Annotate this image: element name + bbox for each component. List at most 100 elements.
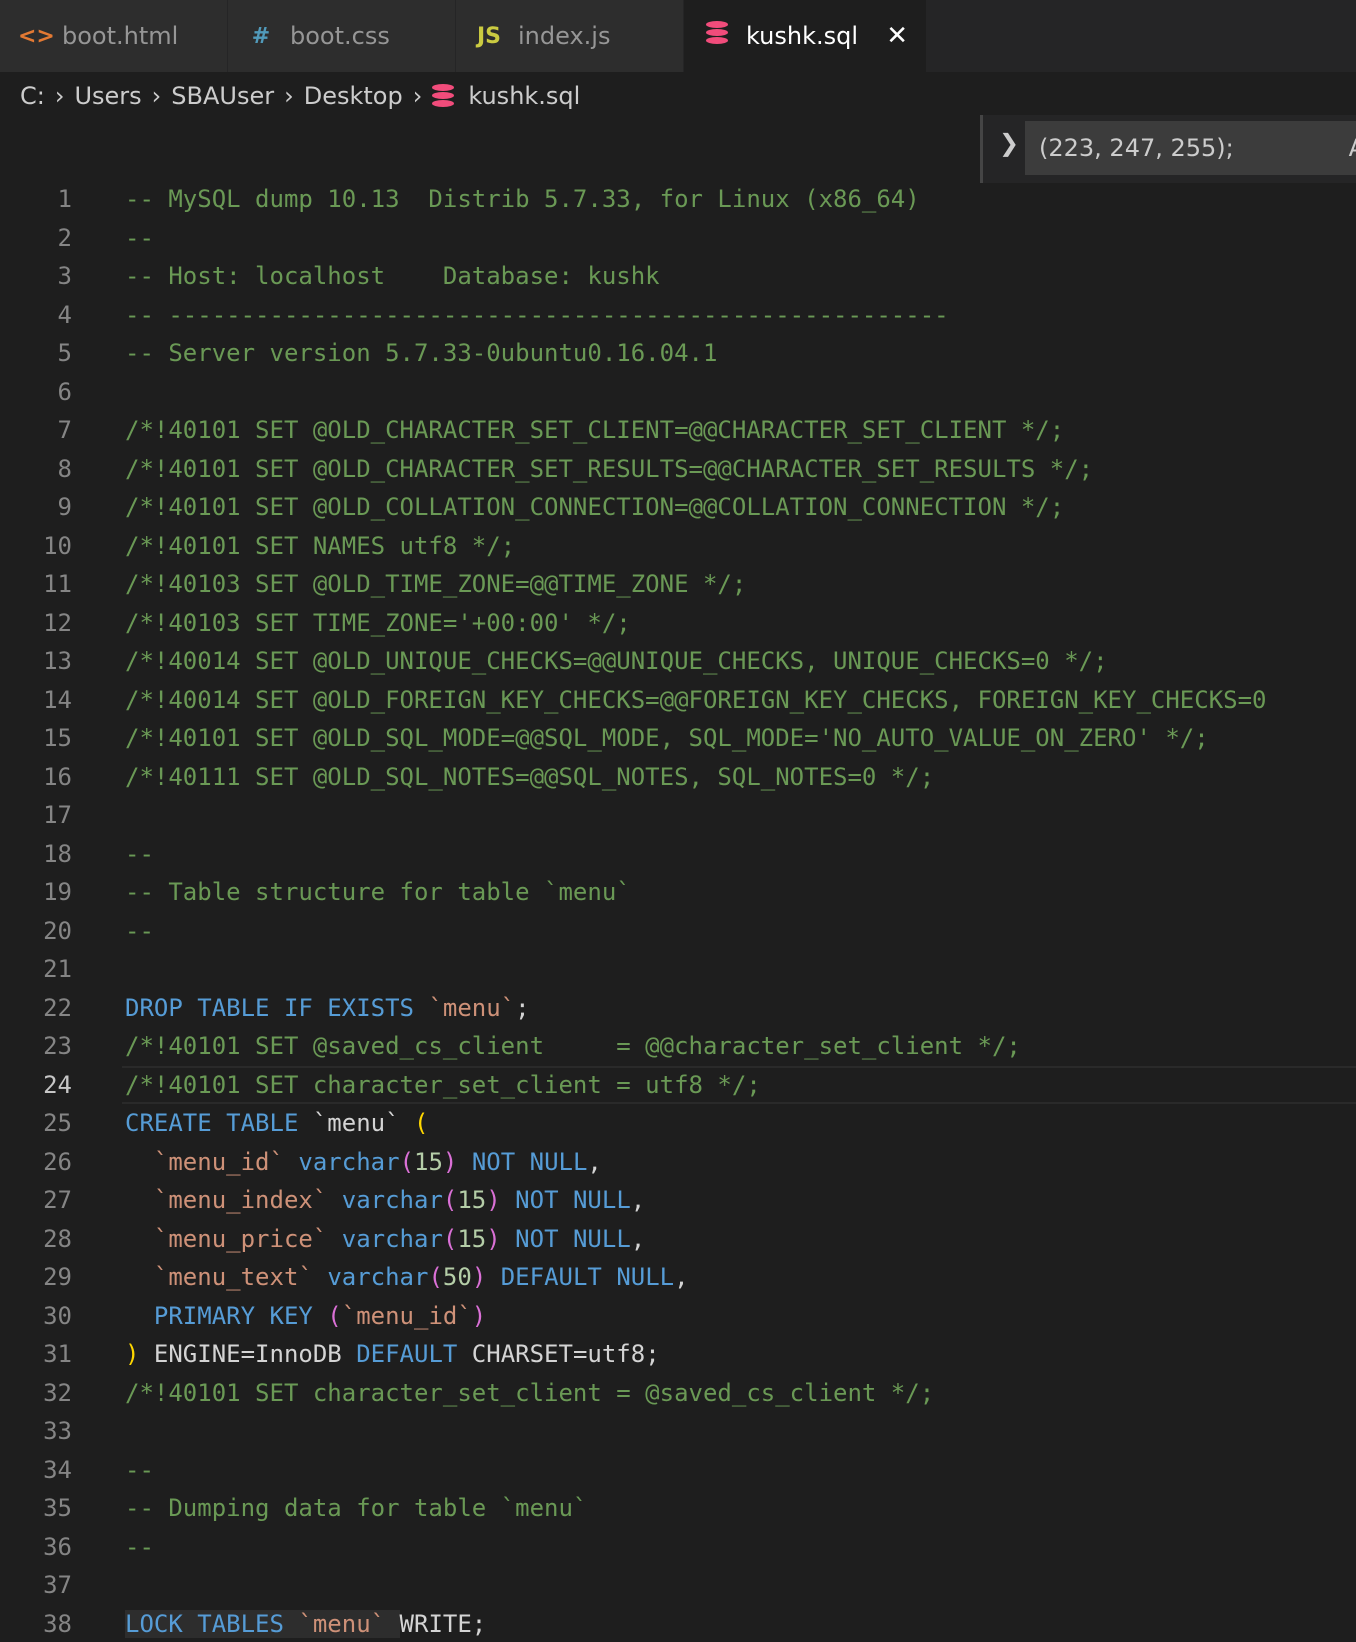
code-line[interactable]: 32 /*!40101 SET character_set_client = @s… [0, 1374, 1356, 1413]
code-text: PRIMARY KEY (`menu_id`) [125, 1297, 486, 1336]
line-number: 24 [43, 1070, 72, 1099]
line-number: 22 [43, 993, 72, 1022]
line-number: 17 [43, 801, 72, 829]
code-token: DEFAULT [356, 1340, 458, 1368]
code-line[interactable]: 25 CREATE TABLE `menu` ( [0, 1104, 1356, 1143]
code-line[interactable]: 27 `menu_index` varchar(15) NOT NULL, [0, 1181, 1356, 1220]
code-text: /*!40101 SET @saved_cs_client = @@charac… [125, 1027, 1021, 1066]
code-token: /*!40111 SET @OLD_SQL_NOTES=@@SQL_NOTES,… [125, 762, 935, 791]
code-text: -- [125, 1528, 154, 1567]
line-number: 37 [43, 1571, 72, 1599]
breadcrumb-item[interactable]: C: [20, 82, 45, 110]
code-text: LOCK TABLES `menu` WRITE; [125, 1605, 486, 1642]
code-line[interactable]: 17 [0, 796, 1356, 835]
code-token: ) [125, 1340, 140, 1368]
code-line[interactable]: 19 -- Table structure for table `menu` [0, 873, 1356, 912]
database-icon-shape [706, 21, 728, 45]
code-line[interactable]: 4 -- ------------------------------------… [0, 296, 1356, 335]
find-option-label[interactable]: A [1349, 121, 1356, 175]
code-text: /*!40101 SET @OLD_CHARACTER_SET_CLIENT=@… [125, 411, 1064, 450]
code-line[interactable]: 6 [0, 373, 1356, 412]
line-number: 11 [43, 570, 72, 598]
code-line[interactable]: 34 -- [0, 1451, 1356, 1490]
line-number: 18 [43, 839, 72, 868]
code-text: /*!40111 SET @OLD_SQL_NOTES=@@SQL_NOTES,… [125, 758, 934, 797]
code-line[interactable]: 35 -- Dumping data for table `menu` [0, 1489, 1356, 1528]
code-text: /*!40103 SET TIME_ZONE='+00:00' */; [125, 604, 631, 643]
tab-boot-html[interactable]: <> boot.html [0, 0, 228, 72]
code-line[interactable]: 33 [0, 1412, 1356, 1451]
code-token: DROP TABLE IF EXISTS [125, 993, 429, 1022]
code-line[interactable]: 18 -- [0, 835, 1356, 874]
line-number: 23 [43, 1032, 72, 1060]
code-token: NOT NULL [515, 1186, 631, 1214]
code-line[interactable]: 36 -- [0, 1528, 1356, 1567]
code-token: /*!40101 SET character_set_client = utf8… [125, 1070, 761, 1099]
code-line[interactable]: 20 -- [0, 912, 1356, 951]
code-line[interactable]: 23 /*!40101 SET @saved_cs_client = @@char… [0, 1027, 1356, 1066]
code-line[interactable]: 37 [0, 1566, 1356, 1605]
code-line[interactable]: 3 -- Host: localhost Database: kushk [0, 257, 1356, 296]
code-line[interactable]: 5 -- Server version 5.7.33-0ubuntu0.16.04… [0, 334, 1356, 373]
code-text: /*!40101 SET character_set_client = @sav… [125, 1374, 934, 1413]
code-line[interactable]: 28 `menu_price` varchar(15) NOT NULL, [0, 1220, 1356, 1259]
code-line[interactable]: 1 -- MySQL dump 10.13 Distrib 5.7.33, for… [0, 180, 1356, 219]
tab-label: index.js [518, 22, 611, 50]
code-token: NOT NULL [471, 1147, 588, 1176]
tab-index-js[interactable]: JS index.js [456, 0, 684, 72]
code-text: -- Server version 5.7.33-0ubuntu0.16.04.… [125, 334, 717, 373]
code-token: ( [428, 1263, 443, 1291]
code-line[interactable]: 38 LOCK TABLES `menu` WRITE; [0, 1605, 1356, 1642]
code-line[interactable]: 16 /*!40111 SET @OLD_SQL_NOTES=@@SQL_NOTE… [0, 758, 1356, 797]
code-line[interactable]: 10 /*!40101 SET NAMES utf8 */; [0, 527, 1356, 566]
code-text: ) ENGINE=InnoDB DEFAULT CHARSET=utf8; [125, 1335, 660, 1374]
breadcrumb-item[interactable]: Desktop [304, 82, 403, 110]
breadcrumb-item[interactable]: kushk.sql [468, 82, 580, 110]
close-icon[interactable]: ✕ [886, 21, 908, 51]
toggle-replace-chevron-icon[interactable]: ❯ [999, 129, 1019, 157]
code-line[interactable]: 24 /*!40101 SET character_set_client = ut… [0, 1065, 1356, 1105]
code-line[interactable]: 2 -- [0, 219, 1356, 258]
code-text: -- [125, 835, 154, 874]
code-token: /*!40101 SET @OLD_SQL_MODE=@@SQL_MODE, S… [125, 724, 1209, 752]
code-text: /*!40101 SET @OLD_COLLATION_CONNECTION=@… [125, 488, 1064, 527]
code-token: -- -------------------------------------… [125, 300, 949, 329]
find-input[interactable]: (223, 247, 255); A [1025, 121, 1356, 175]
code-line[interactable]: 21 [0, 950, 1356, 989]
breadcrumb-item[interactable]: SBAUser [171, 82, 274, 110]
code-line[interactable]: 11 /*!40103 SET @OLD_TIME_ZONE=@@TIME_ZON… [0, 565, 1356, 604]
code-line[interactable]: 26 `menu_id` varchar(15) NOT NULL, [0, 1143, 1356, 1182]
code-token: /*!40103 SET TIME_ZONE='+00:00' */; [125, 608, 631, 637]
tab-bar: <> boot.html # boot.css JS index.js kushk.sql ✕ [0, 0, 1356, 72]
code-token: -- [125, 1532, 154, 1561]
code-line[interactable]: 13 /*!40014 SET @OLD_UNIQUE_CHECKS=@@UNIQ… [0, 642, 1356, 681]
code-token: ) [471, 1263, 487, 1291]
breadcrumb-item[interactable]: Users [74, 82, 141, 110]
code-token: , [674, 1263, 689, 1291]
code-token: ( [414, 1109, 429, 1137]
code-line[interactable]: 7 /*!40101 SET @OLD_CHARACTER_SET_CLIENT=… [0, 411, 1356, 450]
tab-boot-css[interactable]: # boot.css [228, 0, 456, 72]
code-line[interactable]: 15 /*!40101 SET @OLD_SQL_MODE=@@SQL_MODE,… [0, 719, 1356, 758]
code-line[interactable]: 29 `menu_text` varchar(50) DEFAULT NULL, [0, 1258, 1356, 1297]
code-editor[interactable]: 1 -- MySQL dump 10.13 Distrib 5.7.33, for… [0, 180, 1356, 1642]
tab-kushk-sql[interactable]: kushk.sql ✕ [684, 0, 927, 72]
code-line[interactable]: 30 PRIMARY KEY (`menu_id`) [0, 1297, 1356, 1336]
code-line[interactable]: 31) ENGINE=InnoDB DEFAULT CHARSET=utf8; [0, 1335, 1356, 1374]
code-text: -- [125, 1451, 154, 1490]
code-line[interactable]: 12 /*!40103 SET TIME_ZONE='+00:00' */; [0, 604, 1356, 643]
code-line[interactable]: 9 /*!40101 SET @OLD_COLLATION_CONNECTION=… [0, 488, 1356, 527]
code-text: -- -------------------------------------… [125, 296, 949, 335]
code-text: -- [125, 219, 154, 258]
code-line[interactable]: 22 DROP TABLE IF EXISTS `menu`; [0, 989, 1356, 1028]
line-number: 5 [57, 339, 72, 367]
code-line[interactable]: 8 /*!40101 SET @OLD_CHARACTER_SET_RESULTS… [0, 450, 1356, 489]
code-token: NOT NULL [515, 1224, 631, 1253]
code-token: -- [125, 223, 154, 252]
code-text: /*!40101 SET @OLD_SQL_MODE=@@SQL_MODE, S… [125, 719, 1209, 758]
code-line[interactable]: 14 /*!40014 SET @OLD_FOREIGN_KEY_CHECKS=@… [0, 681, 1356, 720]
code-text: `menu_index` varchar(15) NOT NULL, [125, 1181, 645, 1220]
